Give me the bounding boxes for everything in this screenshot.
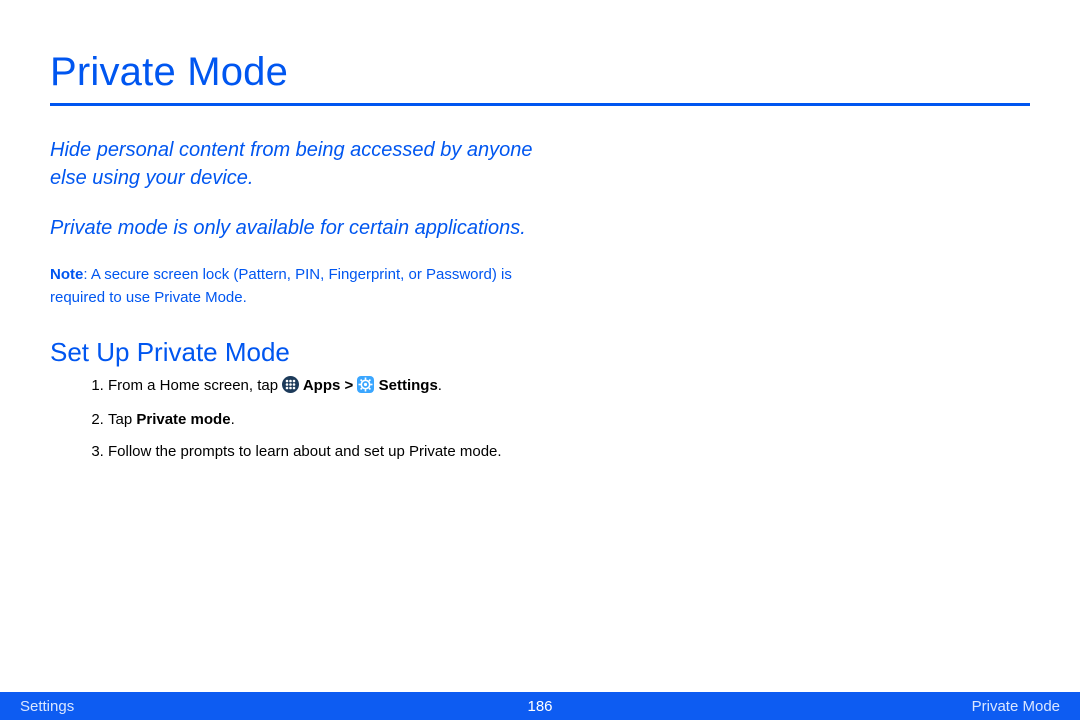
- page-title: Private Mode: [50, 50, 1030, 95]
- step-1: From a Home screen, tap Apps > Settings.: [108, 374, 610, 400]
- intro-paragraph-1: Hide personal content from being accesse…: [50, 136, 570, 192]
- apps-icon: [282, 376, 299, 400]
- section-heading: Set Up Private Mode: [50, 337, 1030, 368]
- content-area: Private Mode Hide personal content from …: [0, 0, 1080, 463]
- title-divider: [50, 103, 1030, 106]
- note-label: Note: [50, 266, 83, 283]
- steps-list: From a Home screen, tap Apps > Settings.…: [50, 374, 610, 463]
- step-1-apps-label: Apps >: [299, 377, 357, 394]
- step-1-text-pre: From a Home screen, tap: [108, 377, 282, 394]
- footer-left: Settings: [20, 698, 74, 715]
- footer-page-number: 186: [527, 698, 552, 715]
- step-2: Tap Private mode.: [108, 408, 610, 431]
- step-2-text-post: .: [231, 411, 235, 428]
- note-text: : A secure screen lock (Pattern, PIN, Fi…: [50, 266, 512, 306]
- step-3: Follow the prompts to learn about and se…: [108, 440, 610, 463]
- step-1-text-post: .: [438, 377, 442, 394]
- manual-page: Private Mode Hide personal content from …: [0, 0, 1080, 720]
- note-paragraph: Note: A secure screen lock (Pattern, PIN…: [50, 264, 570, 309]
- step-1-settings-label: Settings: [374, 377, 437, 394]
- step-2-bold: Private mode: [136, 411, 230, 428]
- step-2-text-pre: Tap: [108, 411, 136, 428]
- intro-paragraph-2: Private mode is only available for certa…: [50, 214, 570, 242]
- settings-icon: [357, 376, 374, 400]
- footer-right: Private Mode: [972, 698, 1060, 715]
- page-footer: Settings 186 Private Mode: [0, 692, 1080, 720]
